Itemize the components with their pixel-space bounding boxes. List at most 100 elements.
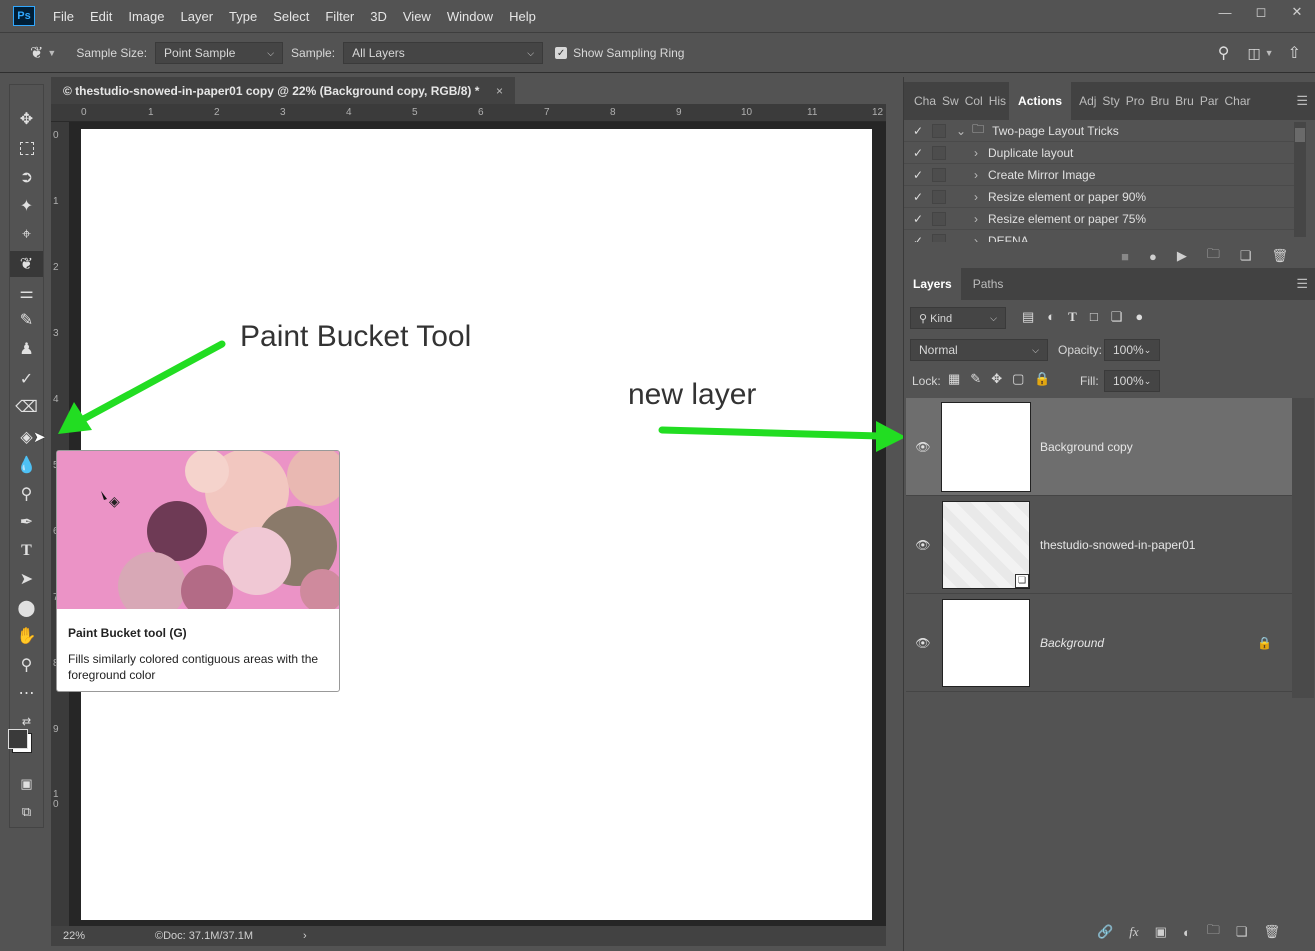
shape-filter-icon[interactable]: □ [1090,309,1098,325]
layer-thumbnail[interactable]: ❏ [942,500,1030,589]
tab-layers[interactable]: Layers [904,268,961,300]
layer-kind-filter[interactable]: ⚲ Kind ⌵ [910,307,1006,329]
lock-image-icon[interactable]: ✎ [970,371,981,387]
play-icon[interactable]: ▶ [1177,248,1187,264]
check-icon[interactable]: ✓ [904,212,932,226]
action-row[interactable]: ✓ › Create Mirror Image [904,164,1294,186]
folder-icon: 🗀 [972,122,985,136]
tab-swatches[interactable]: Sw [939,82,962,120]
tab-color[interactable]: Col [962,82,986,120]
lock-icons: ▦ ✎ ✥ ▢ 🔒 [948,371,1051,387]
layer-name[interactable]: thestudio-snowed-in-paper01 [1040,538,1195,552]
action-row[interactable]: ✓ › Resize element or paper 90% [904,186,1294,208]
dialog-toggle[interactable] [932,211,946,226]
tab-adjustments[interactable]: Adj [1071,82,1099,120]
panel-menu-icon[interactable]: ☰ [1296,276,1308,292]
layers-scrollbar[interactable] [1292,398,1314,698]
check-icon[interactable]: ✓ [904,190,932,204]
chevron-right-icon[interactable]: › [974,168,978,182]
lock-artboard-icon[interactable]: ▢ [1012,371,1024,387]
layers-panel-tabs: Layers Paths ☰ [904,268,1315,300]
lock-position-icon[interactable]: ✥ [991,371,1002,387]
add-mask-icon[interactable]: ▣ [1155,924,1167,940]
tab-properties[interactable]: Pro [1123,82,1148,120]
lock-icon[interactable]: 🔒 [1257,636,1272,650]
filter-toggle-icon[interactable]: ● [1135,309,1143,325]
smart-object-filter-icon[interactable]: ❏ [1111,309,1123,325]
dialog-toggle[interactable] [932,123,946,138]
fx-icon[interactable]: fx [1129,924,1138,940]
blend-mode-dropdown[interactable]: Normal ⌵ [910,339,1048,361]
opacity-value: 100% [1113,343,1144,357]
opacity-field[interactable]: 100% ⌄ [1104,339,1160,361]
dialog-toggle[interactable] [932,233,946,242]
trash-icon[interactable]: 🗑 [1271,248,1288,264]
eye-icon[interactable]: 👁 [906,440,940,454]
action-label: Two-page Layout Tricks [992,123,1119,138]
dialog-toggle[interactable] [932,167,946,182]
lock-label: Lock: [912,374,941,388]
record-icon[interactable]: ● [1149,249,1157,264]
actions-scrollbar[interactable] [1294,122,1306,237]
tool-tooltip: ◈ Paint Bucket tool (G) Fills similarly … [56,450,340,692]
chevron-right-icon[interactable]: › [974,234,978,243]
layer-row[interactable]: 👁 Background copy [906,398,1292,496]
actions-footer: ■ ● ▶ 🗀 ❏ 🗑 [904,243,1315,269]
eye-icon[interactable]: 👁 [906,636,940,650]
search-icon: ⚲ Kind [919,312,953,325]
dialog-toggle[interactable] [932,189,946,204]
panel-menu-icon[interactable]: ☰ [1296,93,1308,109]
action-row[interactable]: ✓ › DEFNA [904,230,1294,242]
layer-name[interactable]: Background [1040,636,1104,650]
check-icon[interactable]: ✓ [904,146,932,160]
mouse-cursor-icon: ➤ [33,429,46,446]
chevron-right-icon[interactable]: › [974,212,978,226]
new-layer-icon[interactable]: ❏ [1236,924,1248,940]
layer-row[interactable]: 👁 Background 🔒 [906,594,1292,692]
layer-row[interactable]: 👁 ❏ thestudio-snowed-in-paper01 [906,496,1292,594]
trash-icon[interactable]: 🗑 [1263,924,1280,940]
layer-thumbnail[interactable] [942,598,1030,687]
link-icon[interactable]: 🔗 [1097,924,1113,940]
lock-all-icon[interactable]: 🔒 [1034,371,1050,387]
tab-actions[interactable]: Actions [1009,82,1072,120]
action-label: DEFNA [988,233,1029,243]
tab-brush-settings[interactable]: Bru [1172,82,1197,120]
tab-paths[interactable]: Paths [961,268,1016,300]
chevron-down-icon[interactable]: ⌄ [956,124,966,138]
action-label: Duplicate layout [988,145,1074,160]
action-row[interactable]: ✓ › Resize element or paper 75% [904,208,1294,230]
tab-character[interactable]: Char [1222,82,1254,120]
lock-transparent-icon[interactable]: ▦ [948,371,960,387]
check-icon[interactable]: ✓ [904,124,932,138]
layers-footer: 🔗 fx ▣ ◐ 🗀 ❏ 🗑 [904,919,1315,945]
tab-channels[interactable]: Cha [904,82,939,120]
new-set-folder-icon[interactable]: 🗀 [1207,245,1220,267]
tooltip-preview-image: ◈ [57,451,339,609]
pixel-filter-icon[interactable]: ▤ [1022,309,1034,325]
check-icon[interactable]: ✓ [904,168,932,182]
layer-name[interactable]: Background copy [1040,440,1133,454]
action-set-row[interactable]: ✓ ⌄ 🗀 Two-page Layout Tricks [904,120,1294,142]
layer-thumbnail[interactable] [942,402,1030,491]
adjustment-layer-icon[interactable]: ◐ [1183,925,1191,940]
stop-icon[interactable]: ■ [1121,249,1129,264]
fill-label: Fill: [1080,374,1099,388]
tab-styles[interactable]: Sty [1099,82,1122,120]
dialog-toggle[interactable] [932,145,946,160]
action-row[interactable]: ✓ › Duplicate layout [904,142,1294,164]
check-icon[interactable]: ✓ [904,234,932,243]
chevron-right-icon[interactable]: › [974,190,978,204]
chevron-right-icon[interactable]: › [974,146,978,160]
chevron-down-icon: ⌵ [990,312,997,323]
adjustment-filter-icon[interactable]: ◐ [1047,309,1055,325]
fill-value: 100% [1113,374,1144,388]
tab-brushes[interactable]: Bru [1147,82,1172,120]
type-filter-icon[interactable]: T [1068,309,1077,325]
tab-history[interactable]: His [986,82,1009,120]
tab-paragraph[interactable]: Par [1197,82,1222,120]
eye-icon[interactable]: 👁 [906,538,940,552]
new-group-icon[interactable]: 🗀 [1207,921,1220,943]
fill-field[interactable]: 100% ⌄ [1104,370,1160,392]
new-action-icon[interactable]: ❏ [1240,248,1252,264]
